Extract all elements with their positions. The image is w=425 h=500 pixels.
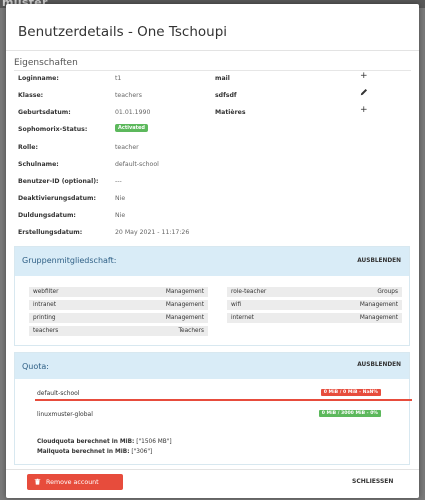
note-label: Mailquota berechnet in MiB: <box>37 449 130 455</box>
prop-label-duldungsdatum: Duldungsdatum: <box>18 212 76 219</box>
prop-value-benutzer-id: --- <box>115 178 122 185</box>
prop-label-benutzer-id: Benutzer-ID (optional): <box>18 178 99 185</box>
group-name: internet <box>231 315 254 321</box>
group-type: Groups <box>377 289 398 295</box>
note-value: ["306"] <box>129 449 153 455</box>
group-name: webfilter <box>33 289 59 295</box>
group-row: role-teacher Groups <box>227 287 402 297</box>
cloudquota-note: Cloudquota berechnet in MiB: ["1506 MB"] <box>37 439 172 445</box>
groups-panel-header: Gruppenmitgliedschaft: AUSBLENDEN <box>15 247 409 276</box>
properties-section-title: Eigenschaften <box>14 58 78 68</box>
groups-hide-button[interactable]: AUSBLENDEN <box>357 258 401 264</box>
close-button[interactable]: SCHLIESSEN <box>352 478 393 485</box>
group-row: wifi Management <box>227 300 402 310</box>
quota-name: linuxmuster-global <box>37 411 93 418</box>
quota-hide-button[interactable]: AUSBLENDEN <box>357 362 401 368</box>
prop-value-klasse: teachers <box>115 92 142 99</box>
pencil-icon[interactable] <box>360 88 368 99</box>
note-value: ["1506 MB"] <box>134 439 172 445</box>
group-type: Teachers <box>178 328 204 334</box>
prop-value-duldungsdatum: Nie <box>115 212 126 219</box>
group-name: teachers <box>33 328 59 334</box>
groups-panel-title: Gruppenmitgliedschaft: <box>22 256 117 265</box>
groups-panel: Gruppenmitgliedschaft: AUSBLENDEN webfil… <box>14 246 410 346</box>
prop-label-klasse: Klasse: <box>18 92 44 99</box>
remove-account-button[interactable]: Remove account <box>27 474 123 490</box>
plus-icon[interactable]: + <box>360 106 368 115</box>
section-divider <box>14 70 411 71</box>
group-row: internet Management <box>227 313 402 323</box>
quota-panel: Quota: AUSBLENDEN default-school 0 MiB /… <box>14 352 412 465</box>
group-row: webfilter Management <box>29 287 208 297</box>
group-type: Management <box>165 302 204 308</box>
prop-label-erstellungsdatum: Erstellungsdatum: <box>18 229 83 236</box>
prop-label-rolle: Rolle: <box>18 144 38 151</box>
prop-label-status: Sophomorix-Status: <box>18 126 88 133</box>
prop-value-erstellungsdatum: 20 May 2021 - 11:17:26 <box>115 229 190 236</box>
field-label-sdfsdf: sdfsdf <box>215 92 237 99</box>
group-name: intranet <box>33 302 57 308</box>
quota-panel-title: Quota: <box>22 362 49 371</box>
group-type: Management <box>165 315 204 321</box>
group-type: Management <box>359 302 398 308</box>
footer-divider <box>6 469 419 470</box>
quota-bar <box>35 399 412 401</box>
group-type: Management <box>359 315 398 321</box>
plus-icon[interactable]: + <box>360 72 368 81</box>
quota-badge: 0 MiB / 3000 MiB - 0% <box>318 410 381 417</box>
prop-value-deaktivierungsdatum: Nie <box>115 195 126 202</box>
prop-label-loginname: Loginname: <box>18 75 59 82</box>
group-type: Management <box>165 289 204 295</box>
group-row: teachers Teachers <box>29 326 208 336</box>
group-row: intranet Management <box>29 300 208 310</box>
user-details-dialog: Benutzerdetails - One Tschoupi Eigenscha… <box>6 4 419 498</box>
field-label-matieres: Matières <box>215 109 246 116</box>
prop-label-geburtsdatum: Geburtsdatum: <box>18 109 71 116</box>
prop-value-loginname: t1 <box>115 75 122 82</box>
mailquota-note: Mailquota berechnet in MiB: ["306"] <box>37 449 152 455</box>
remove-account-label: Remove account <box>46 478 99 486</box>
prop-value-geburtsdatum: 01.01.1990 <box>115 109 151 116</box>
group-row: printing Management <box>29 313 208 323</box>
quota-name: default-school <box>37 390 80 397</box>
quota-panel-header: Quota: AUSBLENDEN <box>15 353 409 379</box>
trash-icon <box>34 478 41 487</box>
group-name: printing <box>33 315 56 321</box>
note-label: Cloudquota berechnet in MiB: <box>37 439 135 445</box>
field-label-mail: mail <box>215 75 230 82</box>
quota-badge: 0 MiB / 0 MiB - NaN% <box>320 389 381 396</box>
prop-value-schulname: default-school <box>115 161 159 168</box>
status-badge: Activated <box>115 124 148 132</box>
prop-value-rolle: teacher <box>115 144 139 151</box>
title-divider <box>6 50 419 51</box>
dialog-title: Benutzerdetails - One Tschoupi <box>18 24 228 40</box>
prop-label-schulname: Schulname: <box>18 161 59 168</box>
group-name: wifi <box>231 302 242 308</box>
group-name: role-teacher <box>231 289 267 295</box>
prop-label-deaktivierungsdatum: Deaktivierungsdatum: <box>18 195 96 202</box>
